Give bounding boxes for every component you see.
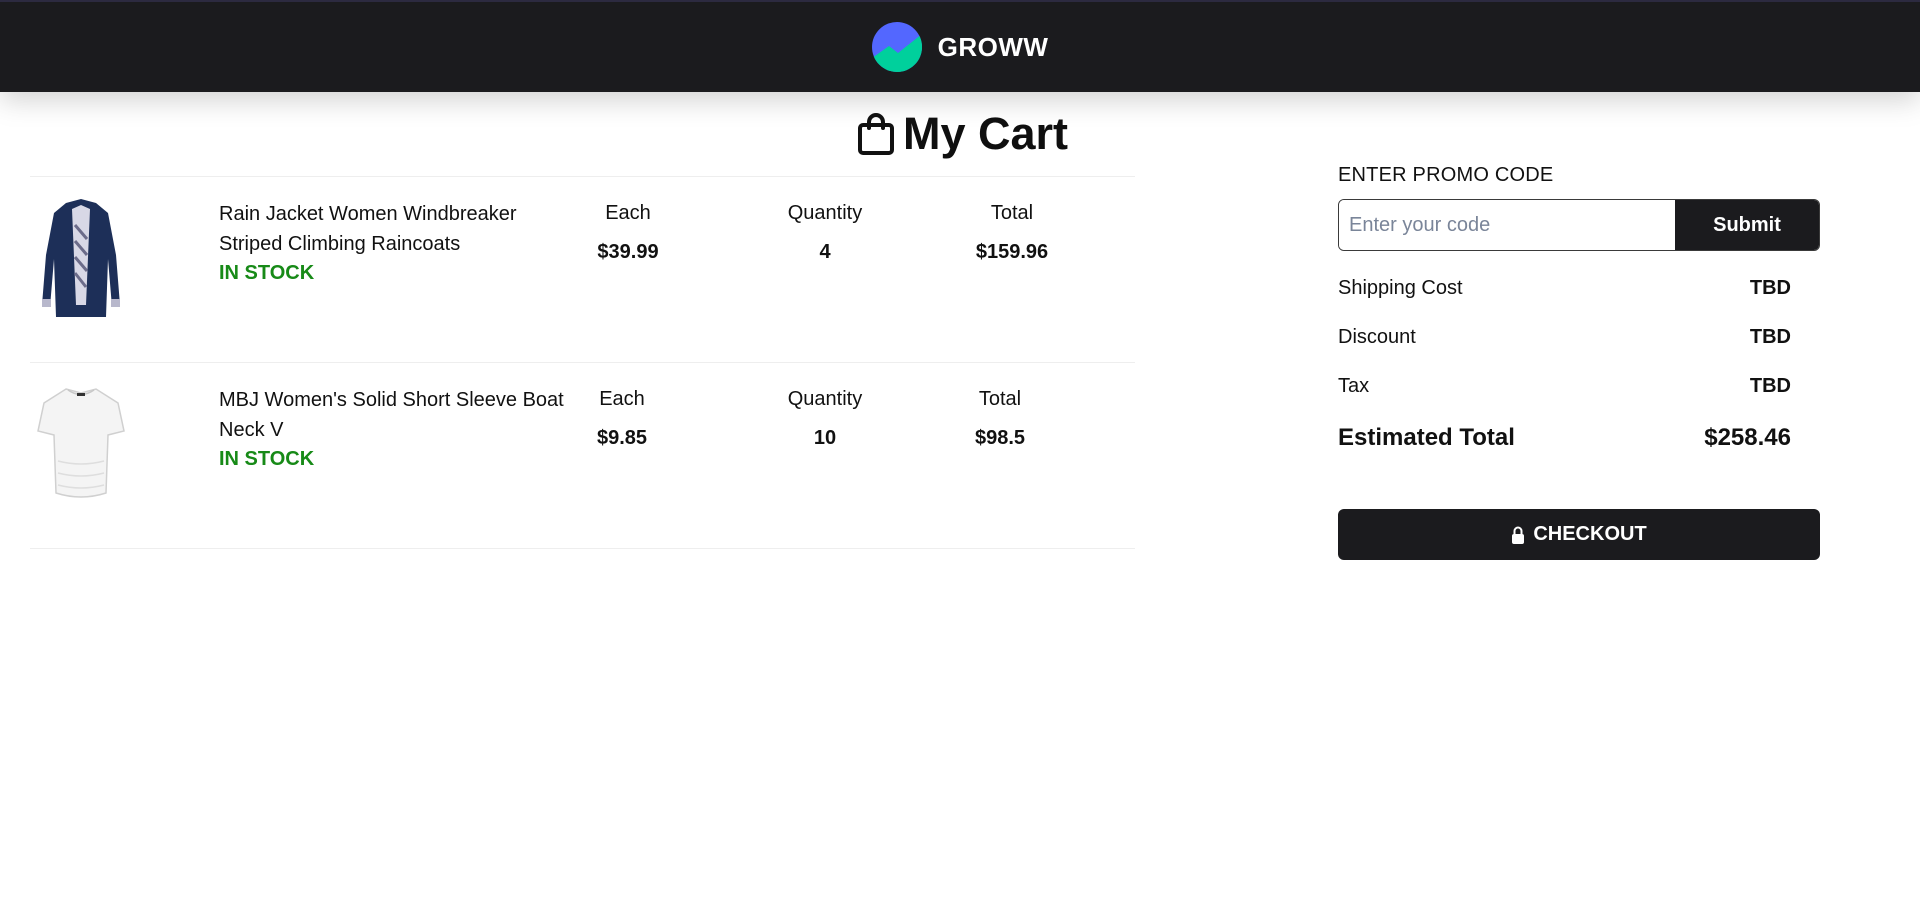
order-summary: ENTER PROMO CODE Submit Shipping Cost TB… [1338, 164, 1820, 452]
promo-code-label: ENTER PROMO CODE [1338, 164, 1554, 186]
total-column: Total $159.96 [932, 201, 1092, 264]
quantity-value[interactable]: 10 [745, 426, 905, 450]
estimated-total-value: $258.46 [1704, 424, 1791, 451]
promo-code-form: Submit [1338, 199, 1820, 251]
line-total: $98.5 [974, 427, 1026, 449]
page-title-text: My Cart [903, 108, 1069, 159]
product-image[interactable] [36, 381, 126, 511]
each-price-column: Each $9.85 [542, 387, 702, 450]
rain-jacket-image [42, 199, 120, 317]
total-column: Total $98.5 [920, 387, 1080, 450]
tax-row: Tax TBD [1338, 375, 1791, 398]
estimated-total-row: Estimated Total $258.46 [1338, 424, 1791, 452]
quantity-value[interactable]: 4 [745, 240, 905, 264]
groww-logo-icon [871, 22, 922, 72]
shipping-cost-row: Shipping Cost TBD [1338, 277, 1791, 300]
brand-name: GROWW [937, 31, 1049, 62]
page-title: My Cart [857, 108, 1068, 160]
quantity-label: Quantity [787, 388, 863, 410]
estimated-total-label: Estimated Total [1338, 424, 1515, 451]
brand[interactable]: GROWW [871, 22, 1049, 72]
product-name-line2: Striped Climbing Raincoats [219, 233, 461, 255]
checkout-label: CHECKOUT [1533, 523, 1647, 545]
tax-label: Tax [1338, 375, 1370, 397]
stock-status: IN STOCK [219, 448, 315, 470]
shopping-bag-icon [858, 113, 894, 155]
tax-value: TBD [1749, 375, 1791, 397]
white-tshirt-image [37, 388, 125, 498]
discount-value: TBD [1749, 326, 1791, 348]
product-name-line1: Rain Jacket Women Windbreaker [219, 203, 517, 225]
quantity-label: Quantity [787, 202, 863, 224]
cart-item: Rain Jacket Women Windbreaker Striped Cl… [30, 177, 1135, 363]
top-nav-bar: GROWW [0, 0, 1920, 92]
each-price-column: Each $39.99 [548, 201, 708, 264]
product-image[interactable] [36, 195, 126, 325]
line-total: $159.96 [975, 241, 1049, 263]
stock-status: IN STOCK [219, 262, 315, 284]
product-info: Rain Jacket Women Windbreaker Striped Cl… [219, 199, 599, 285]
promo-submit-button[interactable]: Submit [1675, 200, 1819, 250]
quantity-column: Quantity 10 [745, 387, 905, 450]
discount-row: Discount TBD [1338, 326, 1791, 349]
total-label: Total [990, 202, 1034, 224]
cart-item: MBJ Women's Solid Short Sleeve Boat Neck… [30, 363, 1135, 549]
each-price: $9.85 [596, 427, 648, 449]
discount-label: Discount [1338, 326, 1416, 348]
quantity-column: Quantity 4 [745, 201, 905, 264]
lock-icon [1512, 526, 1525, 544]
checkout-button[interactable]: CHECKOUT [1338, 509, 1820, 560]
each-label: Each [605, 202, 651, 224]
product-name[interactable]: Rain Jacket Women Windbreaker Striped Cl… [219, 199, 599, 259]
each-price: $39.99 [597, 241, 659, 263]
shipping-cost-label: Shipping Cost [1338, 277, 1463, 299]
each-label: Each [599, 388, 645, 410]
shipping-cost-value: TBD [1749, 277, 1791, 299]
total-label: Total [978, 388, 1022, 410]
cart-items-list: Rain Jacket Women Windbreaker Striped Cl… [30, 176, 1135, 549]
promo-code-input[interactable] [1339, 200, 1675, 250]
